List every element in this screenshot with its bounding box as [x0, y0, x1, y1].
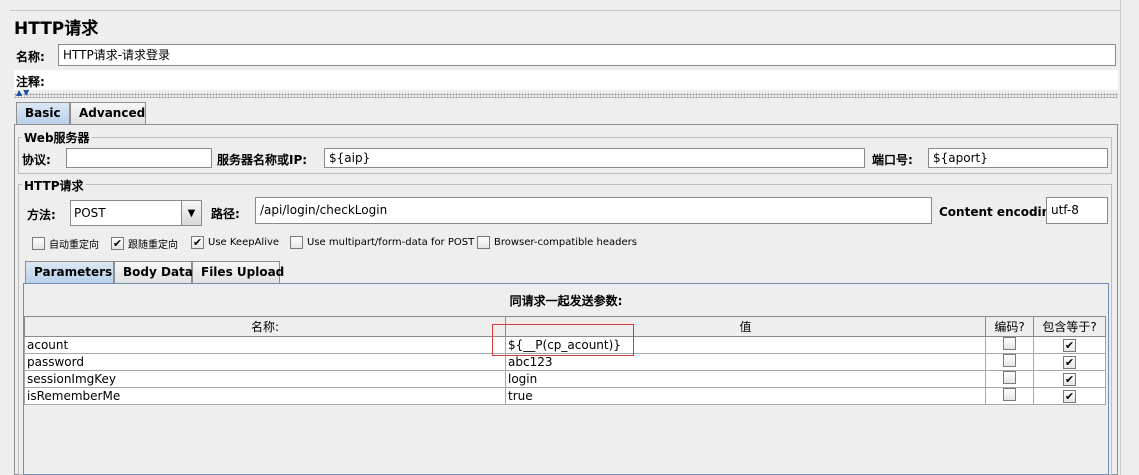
encoding-field[interactable]: utf-8 [1046, 197, 1108, 224]
annotation-highlight-box [492, 324, 634, 356]
include-equals-cell[interactable]: ✔ [1033, 353, 1106, 371]
param-name-cell[interactable]: acount [24, 336, 506, 354]
include-equals-cell[interactable]: ✔ [1033, 336, 1106, 354]
method-select[interactable]: POST ▼ [70, 200, 202, 226]
method-label: 方法: [27, 208, 56, 222]
keepalive-checkbox[interactable]: ✔ [191, 236, 204, 249]
param-value-cell[interactable]: login [505, 370, 986, 388]
tab-basic[interactable]: Basic [16, 102, 70, 124]
encode-checkbox[interactable] [1003, 337, 1016, 350]
encode-cell[interactable] [985, 336, 1034, 354]
encode-cell[interactable] [985, 387, 1034, 405]
collapse-arrows-icon[interactable]: ▲▼ [16, 88, 30, 97]
method-value: POST [74, 206, 106, 220]
multipart-label: Use multipart/form-data for POST [307, 237, 475, 248]
path-label: 路径: [211, 207, 240, 221]
param-name-cell[interactable]: password [24, 353, 506, 371]
comment-field[interactable] [58, 70, 1116, 90]
include-equals-checkbox[interactable]: ✔ [1063, 356, 1076, 369]
tab-advanced[interactable]: Advanced [70, 102, 146, 124]
follow-redirect-label: 跟随重定向 [128, 240, 178, 251]
table-row[interactable]: sessionImgKey login ✔ [24, 370, 1106, 388]
protocol-label: 协议: [22, 153, 51, 167]
encode-checkbox[interactable] [1003, 388, 1016, 401]
web-server-title: Web服务器 [22, 129, 92, 146]
follow-redirect-checkbox[interactable]: ✔ [111, 237, 124, 250]
name-field[interactable]: HTTP请求-请求登录 [58, 44, 1116, 66]
auto-redirect-label: 自动重定向 [49, 240, 99, 251]
multipart-checkbox[interactable] [290, 236, 303, 249]
encode-cell[interactable] [985, 370, 1034, 388]
top-border [10, 10, 1120, 11]
path-field[interactable]: /api/login/checkLogin [255, 197, 932, 224]
keepalive-label: Use KeepAlive [208, 237, 280, 248]
encoding-label: Content encoding: [939, 205, 1064, 219]
protocol-field[interactable] [66, 148, 212, 168]
encode-cell[interactable] [985, 353, 1034, 371]
option-browser-compatible[interactable]: Browser-compatible headers [477, 236, 637, 249]
panel-title: HTTP请求 [14, 19, 99, 39]
port-field[interactable]: ${aport} [928, 148, 1108, 168]
include-equals-cell[interactable]: ✔ [1033, 387, 1106, 405]
include-equals-checkbox[interactable]: ✔ [1063, 373, 1076, 386]
http-request-title: HTTP请求 [22, 177, 86, 194]
include-equals-cell[interactable]: ✔ [1033, 370, 1106, 388]
param-name-cell[interactable]: sessionImgKey [24, 370, 506, 388]
option-follow-redirect[interactable]: ✔ 跟随重定向 [111, 236, 178, 251]
auto-redirect-checkbox[interactable] [32, 237, 45, 250]
name-label: 名称: [16, 50, 45, 64]
port-label: 端口号: [872, 153, 913, 167]
tab-body-data[interactable]: Body Data [114, 261, 193, 283]
table-row[interactable]: password abc123 ✔ [24, 353, 1106, 371]
param-value-cell[interactable]: true [505, 387, 986, 405]
right-border [1120, 0, 1121, 475]
server-label: 服务器名称或IP: [217, 153, 308, 167]
browser-compatible-checkbox[interactable] [477, 236, 490, 249]
table-row[interactable]: isRememberMe true ✔ [24, 387, 1106, 405]
split-divider[interactable] [14, 93, 1118, 98]
param-name-cell[interactable]: isRememberMe [24, 387, 506, 405]
encode-checkbox[interactable] [1003, 371, 1016, 384]
option-keepalive[interactable]: ✔ Use KeepAlive [191, 236, 279, 249]
tab-parameters[interactable]: Parameters [25, 261, 114, 283]
server-field[interactable]: ${aip} [324, 148, 865, 168]
param-value-cell[interactable]: abc123 [505, 353, 986, 371]
include-equals-checkbox[interactable]: ✔ [1063, 390, 1076, 403]
column-header-encode[interactable]: 编码? [985, 316, 1034, 337]
column-header-name[interactable]: 名称: [24, 316, 506, 337]
option-multipart[interactable]: Use multipart/form-data for POST [290, 236, 474, 249]
chevron-down-icon[interactable]: ▼ [181, 201, 201, 225]
browser-compatible-label: Browser-compatible headers [494, 237, 637, 248]
include-equals-checkbox[interactable]: ✔ [1063, 339, 1076, 352]
params-caption: 同请求一起发送参数: [509, 294, 623, 308]
encode-checkbox[interactable] [1003, 354, 1016, 367]
option-auto-redirect[interactable]: 自动重定向 [32, 236, 99, 251]
tab-files-upload[interactable]: Files Upload [192, 261, 284, 283]
column-header-include-equals[interactable]: 包含等于? [1033, 316, 1106, 337]
